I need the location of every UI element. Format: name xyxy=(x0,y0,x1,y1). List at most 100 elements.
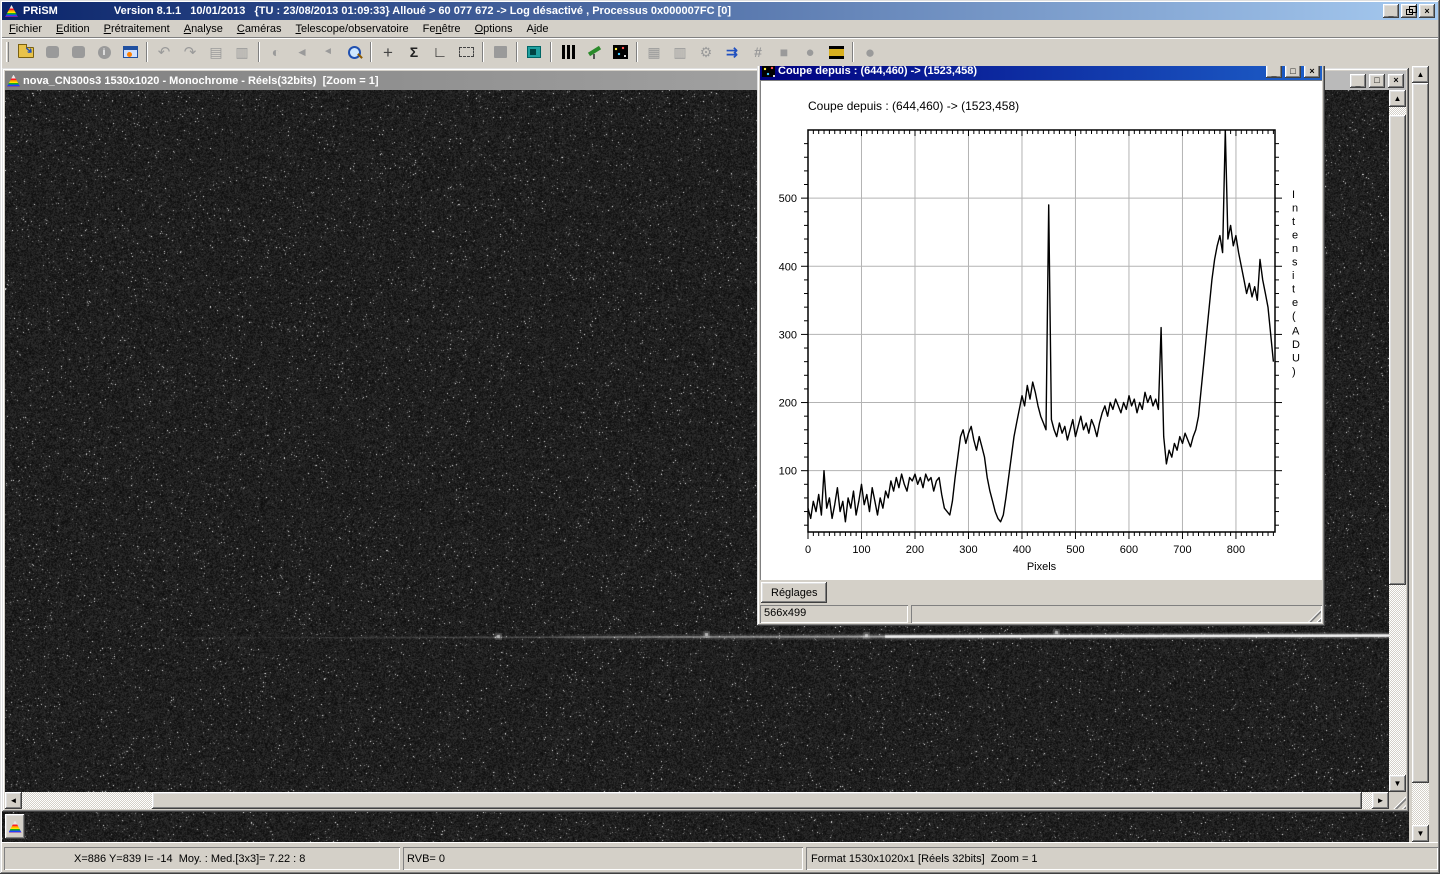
close-icon: × xyxy=(1424,7,1429,16)
y-axis-label-char: n xyxy=(1292,203,1298,215)
toolbar-button-star-map[interactable] xyxy=(607,40,633,64)
scroll-track[interactable] xyxy=(1362,792,1372,809)
toolbar-button-screen-capture[interactable] xyxy=(521,40,547,64)
list-transfer-icon: ⇉ xyxy=(726,45,738,59)
info-icon: i xyxy=(98,46,111,59)
toolbar-button-new-window[interactable] xyxy=(117,40,143,64)
minimize-icon: _ xyxy=(1271,69,1276,78)
menu-fichier[interactable]: Fichier xyxy=(2,22,49,36)
toolbar-button-save-blob-1 xyxy=(39,40,65,64)
image-vertical-scrollbar[interactable]: ▲ ▼ xyxy=(1389,90,1406,792)
plot-minimize-button[interactable]: _ xyxy=(1266,66,1282,78)
workspace-vertical-scrollbar[interactable]: ▲ ▼ xyxy=(1412,66,1429,842)
zoom-region-icon: ◐ xyxy=(272,45,280,59)
menu-telescope-observatoire[interactable]: Telescope/observatoire xyxy=(289,22,416,36)
close-icon: × xyxy=(1309,67,1314,76)
image-minimize-button[interactable]: _ xyxy=(1350,74,1366,88)
mdi-workspace: nova_CN300s3 1530x1020 - Monochrome - Ré… xyxy=(2,66,1438,842)
toolbar: i↶↷▤▥◐◄◄+Σ∟▦▥⚙⇉#■●● xyxy=(2,39,1438,65)
resize-grip[interactable] xyxy=(1308,609,1321,622)
y-axis-label-char: U xyxy=(1292,353,1300,365)
scroll-track[interactable] xyxy=(1389,585,1406,775)
image-horizontal-scrollbar[interactable]: ◄ ► xyxy=(5,792,1389,809)
x-tick-label: 100 xyxy=(852,544,870,556)
plot-maximize-button[interactable]: □ xyxy=(1285,66,1301,78)
plot-button-row: Réglages xyxy=(760,580,1322,605)
save-blob-2-icon xyxy=(72,46,85,58)
format-panel: Format 1530x1020x1 [Réels 32bits] Zoom =… xyxy=(806,847,1438,870)
toolbar-button-open-file[interactable] xyxy=(13,40,39,64)
toolbar-button-pointer-small: ◄ xyxy=(315,40,341,64)
y-tick-label: 400 xyxy=(779,261,797,273)
toolbar-button-square: ■ xyxy=(771,40,797,64)
rvb-panel: RVB= 0 xyxy=(403,847,803,870)
scroll-up-icon[interactable]: ▲ xyxy=(1389,90,1406,107)
toolbar-button-profile-cut[interactable]: ∟ xyxy=(427,40,453,64)
y-axis-label-char: t xyxy=(1292,216,1295,228)
toolbar-button-crosshair[interactable]: + xyxy=(375,40,401,64)
profile-plot-window[interactable]: Coupe depuis : (644,460) -> (1523,458) _… xyxy=(757,66,1325,626)
scroll-down-icon[interactable]: ▼ xyxy=(1389,775,1406,792)
scroll-up-icon[interactable]: ▲ xyxy=(1412,66,1429,83)
toolbar-grip[interactable] xyxy=(6,42,9,62)
menu-cam-ras[interactable]: Caméras xyxy=(230,22,289,36)
toolbar-button-save-disk: ▦ xyxy=(641,40,667,64)
resize-grip[interactable] xyxy=(1389,792,1406,809)
menu-options[interactable]: Options xyxy=(468,22,520,36)
background-image-window-strip[interactable] xyxy=(2,812,1409,842)
menu-fen-tre[interactable]: Fenêtre xyxy=(416,22,468,36)
x-axis-label: Pixels xyxy=(1027,561,1057,573)
x-tick-label: 300 xyxy=(959,544,977,556)
y-axis-label-char: D xyxy=(1292,339,1300,351)
toolbar-button-levels-histogram[interactable] xyxy=(555,40,581,64)
toolbar-button-filmstrip[interactable] xyxy=(823,40,849,64)
grid-icon: # xyxy=(754,45,762,59)
toolbar-button-gray-box xyxy=(487,40,513,64)
toolbar-button-statistics-sigma[interactable]: Σ xyxy=(401,40,427,64)
plot-window-titlebar[interactable]: Coupe depuis : (644,460) -> (1523,458) _… xyxy=(760,66,1322,80)
minimize-button[interactable]: _ xyxy=(1383,4,1399,18)
close-button[interactable]: × xyxy=(1419,4,1435,18)
screen-capture-icon xyxy=(527,46,541,58)
y-axis-label-char: t xyxy=(1292,284,1295,296)
scroll-track[interactable] xyxy=(1389,107,1406,115)
toolbar-button-sphere: ● xyxy=(797,40,823,64)
menu-pr-traitement[interactable]: Prétraitement xyxy=(97,22,177,36)
toolbar-button-telescope[interactable] xyxy=(581,40,607,64)
minimize-icon: _ xyxy=(1355,79,1360,88)
tools-gear-icon: ⚙ xyxy=(700,45,713,59)
x-tick-label: 600 xyxy=(1120,544,1138,556)
reglages-button[interactable]: Réglages xyxy=(761,582,827,603)
scroll-left-icon[interactable]: ◄ xyxy=(5,792,22,809)
plot-window-title: Coupe depuis : (644,460) -> (1523,458) xyxy=(778,66,1263,77)
restore-button[interactable] xyxy=(1401,4,1417,18)
scroll-down-icon[interactable]: ▼ xyxy=(1412,825,1429,842)
y-tick-label: 500 xyxy=(779,193,797,205)
toolbar-button-magnifier[interactable] xyxy=(341,40,367,64)
restore-icon xyxy=(1406,9,1413,15)
image-maximize-button[interactable]: □ xyxy=(1369,74,1385,88)
scroll-thumb[interactable] xyxy=(1412,83,1429,783)
scroll-right-icon[interactable]: ► xyxy=(1372,792,1389,809)
toolbar-button-select-rect[interactable] xyxy=(453,40,479,64)
x-tick-label: 0 xyxy=(805,544,811,556)
scroll-thumb[interactable] xyxy=(152,792,1362,809)
app-name: PRiSM xyxy=(23,5,58,17)
scroll-thumb[interactable] xyxy=(1389,115,1406,585)
image-close-button[interactable]: × xyxy=(1388,74,1404,88)
menu-aide[interactable]: Aide xyxy=(519,22,555,36)
paste-icon: ▥ xyxy=(235,45,248,59)
y-axis-label-char: i xyxy=(1292,270,1294,282)
scroll-track[interactable] xyxy=(1412,783,1429,825)
open-file-icon xyxy=(18,47,34,58)
toolbar-button-info: i xyxy=(91,40,117,64)
toolbar-button-list-transfer[interactable]: ⇉ xyxy=(719,40,745,64)
title-bar[interactable]: PRiSM Version 8.1.1 10/01/2013 {TU : 23/… xyxy=(2,2,1438,20)
scroll-track[interactable] xyxy=(22,792,152,809)
menu-edition[interactable]: Edition xyxy=(49,22,97,36)
plot-size-indicator: 566x499 xyxy=(760,605,908,623)
menu-analyse[interactable]: Analyse xyxy=(177,22,230,36)
minimize-icon: _ xyxy=(1388,9,1393,18)
background-window-icon[interactable] xyxy=(5,814,25,839)
plot-close-button[interactable]: × xyxy=(1304,66,1320,78)
